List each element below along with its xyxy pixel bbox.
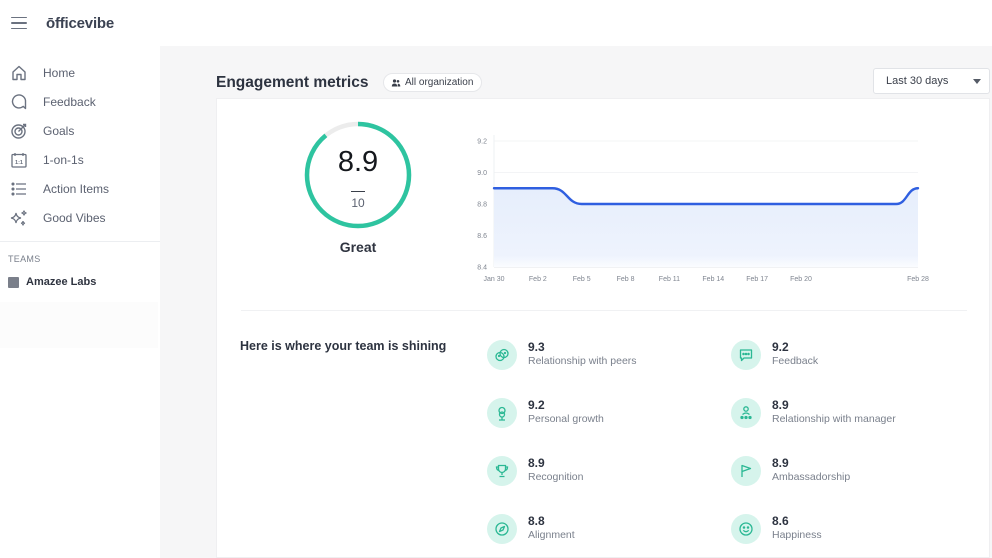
x-tick-label: Feb 20 xyxy=(790,276,812,283)
score-divider xyxy=(351,191,365,192)
sidebar-item-label: Feedback xyxy=(43,94,96,109)
calendar-icon: 1:1 xyxy=(11,152,27,168)
smile-icon xyxy=(739,522,753,536)
flag-icon xyxy=(741,464,752,477)
growth-icon xyxy=(498,406,506,421)
top-bar: ōfficevibe xyxy=(0,0,992,46)
metric-name: Alignment xyxy=(528,529,575,541)
engagement-chart: 9.2 9.0 8.8 8.6 8.4 Jan 30 Feb 2 Feb 5 Feb 8 Feb… xyxy=(477,135,929,283)
sidebar-item-label: Goals xyxy=(43,123,75,138)
metric-value: 8.6 xyxy=(772,514,789,528)
score-label: Great xyxy=(339,239,377,255)
metric-name: Happiness xyxy=(772,529,822,541)
list-icon xyxy=(11,181,26,196)
teams-heading: TEAMS xyxy=(8,254,41,264)
team-name: Amazee Labs xyxy=(26,276,97,288)
metric-value: 9.2 xyxy=(772,340,789,354)
home-icon xyxy=(12,65,26,80)
metric-value: 8.9 xyxy=(528,456,545,470)
svg-text:1:1: 1:1 xyxy=(15,160,23,166)
sidebar-item-1-on-1s[interactable]: 1:1 1-on-1s xyxy=(0,145,160,174)
chat-icon xyxy=(739,349,753,362)
compass-icon xyxy=(495,522,509,536)
shining-title: Here is where your team is shining xyxy=(240,339,447,353)
sidebar-item-label: Home xyxy=(43,65,76,80)
sidebar-item-feedback[interactable]: Feedback xyxy=(0,87,160,116)
metric-value: 8.9 xyxy=(772,456,789,470)
app-logo[interactable]: ōfficevibe xyxy=(46,15,114,32)
x-tick-label: Feb 14 xyxy=(702,276,724,283)
metric-name: Relationship with manager xyxy=(772,413,896,425)
date-range-select[interactable]: Last 30 days xyxy=(873,68,990,94)
scope-chip[interactable]: All organization xyxy=(383,73,483,92)
metric-value: 8.9 xyxy=(772,398,789,412)
y-tick-label: 8.6 xyxy=(477,233,487,240)
x-tick-label: Feb 17 xyxy=(746,276,768,283)
metric-relationship-with-peers[interactable]: 9.3 Relationship with peers xyxy=(487,340,707,376)
metric-alignment[interactable]: 8.8 Alignment xyxy=(487,514,707,550)
metric-name: Relationship with peers xyxy=(528,355,637,367)
score-value: 8.9 xyxy=(337,146,379,178)
metric-name: Recognition xyxy=(528,471,584,483)
x-tick-label: Feb 5 xyxy=(573,276,591,283)
metric-relationship-with-manager[interactable]: 8.9 Relationship with manager xyxy=(731,398,951,434)
chart-area xyxy=(494,188,918,267)
section-divider xyxy=(241,310,967,311)
manager-icon xyxy=(740,406,752,420)
x-tick-label: Feb 11 xyxy=(659,276,680,283)
team-color-swatch xyxy=(8,276,19,288)
sparkles-icon xyxy=(10,209,27,226)
people-icon xyxy=(391,78,401,86)
sidebar-blank-area xyxy=(0,302,158,348)
x-tick-label: Feb 8 xyxy=(617,276,635,283)
metric-recognition[interactable]: 8.9 Recognition xyxy=(487,456,707,492)
sidebar-item-label: Action Items xyxy=(43,181,110,196)
sidebar: Home Feedback Goals 1:1 1-on-1s Action I… xyxy=(0,46,160,558)
x-tick-label: Feb 2 xyxy=(529,276,547,283)
engagement-card: 8.9 10 Great 9.2 9.0 8.8 8.6 8.4 Jan 30 Feb 2… xyxy=(216,98,990,558)
sidebar-item-label: Good Vibes xyxy=(43,210,106,225)
team-item[interactable]: Amazee Labs xyxy=(0,264,160,288)
metric-value: 9.2 xyxy=(528,398,545,412)
metric-name: Ambassadorship xyxy=(772,471,851,483)
y-tick-label: 8.8 xyxy=(477,202,487,209)
trophy-icon xyxy=(495,464,509,478)
metric-ambassadorship[interactable]: 8.9 Ambassadorship xyxy=(731,456,951,492)
sidebar-item-good-vibes[interactable]: Good Vibes xyxy=(0,203,160,232)
target-icon xyxy=(11,123,27,139)
scope-chip-label: All organization xyxy=(405,77,474,88)
metric-name: Feedback xyxy=(772,355,819,367)
x-tick-label: Feb 28 xyxy=(907,276,929,283)
y-tick-label: 9.2 xyxy=(477,139,487,146)
sidebar-item-label: 1-on-1s xyxy=(43,152,84,167)
x-tick-label: Jan 30 xyxy=(483,276,504,283)
main-content: Engagement metrics All organization Last… xyxy=(160,46,992,558)
metric-value: 9.3 xyxy=(528,340,545,354)
sidebar-item-home[interactable]: Home xyxy=(0,58,160,87)
sidebar-item-action-items[interactable]: Action Items xyxy=(0,174,160,203)
metric-feedback[interactable]: 9.2 Feedback xyxy=(731,340,951,376)
metric-value: 8.8 xyxy=(528,514,545,528)
chevron-down-icon xyxy=(973,79,981,84)
y-tick-label: 9.0 xyxy=(477,170,487,177)
metric-personal-growth[interactable]: 9.2 Personal growth xyxy=(487,398,707,434)
menu-icon[interactable] xyxy=(11,16,27,30)
feedback-icon xyxy=(11,93,27,109)
score-max: 10 xyxy=(351,196,365,210)
y-tick-label: 8.4 xyxy=(477,265,487,272)
peers-icon xyxy=(495,348,509,362)
metric-name: Personal growth xyxy=(528,413,604,425)
sidebar-item-goals[interactable]: Goals xyxy=(0,116,160,145)
page-title: Engagement metrics xyxy=(216,74,369,91)
metric-happiness[interactable]: 8.6 Happiness xyxy=(731,514,951,550)
date-range-value: Last 30 days xyxy=(886,75,949,87)
